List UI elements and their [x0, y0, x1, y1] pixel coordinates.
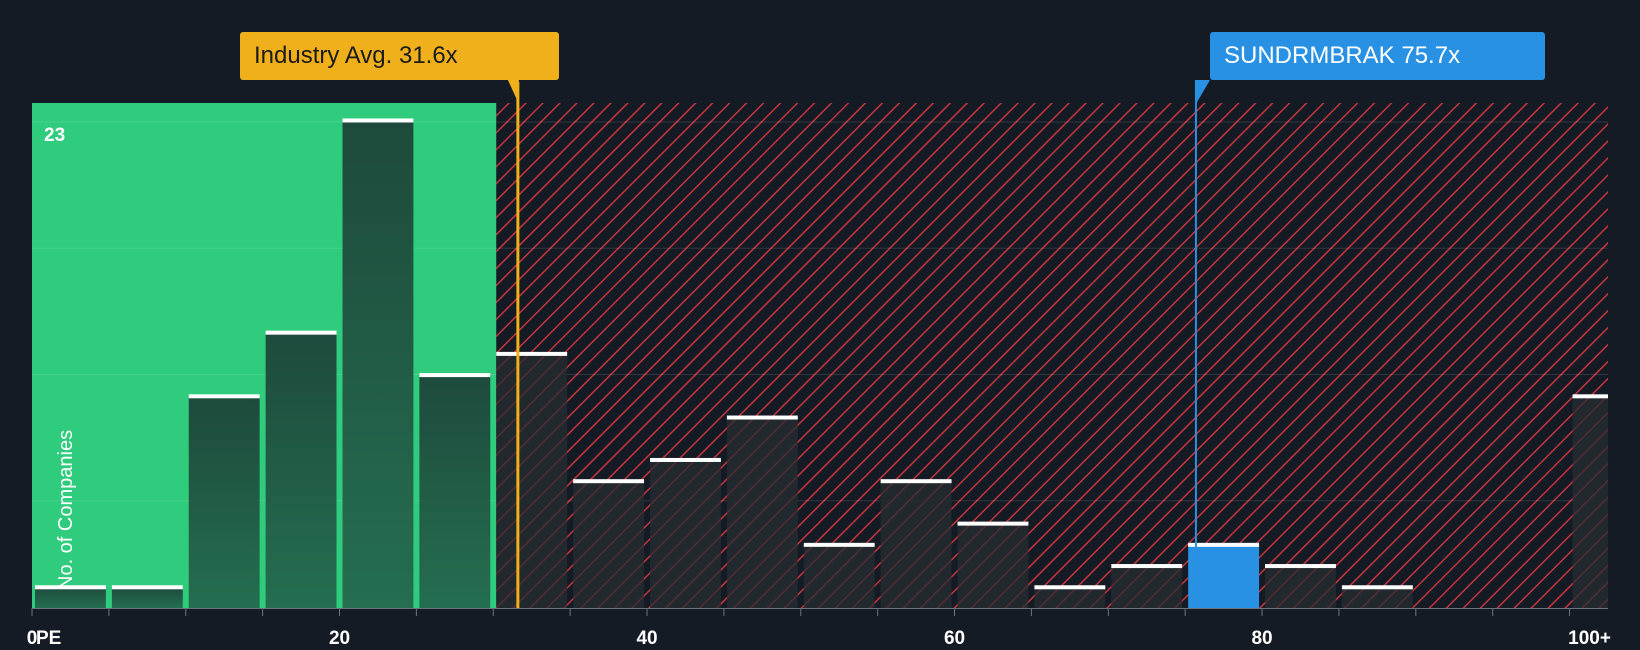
- x-tick-label: 80: [1251, 628, 1272, 649]
- company-callout-pointer: [1195, 80, 1210, 104]
- bar-cap: [419, 373, 491, 378]
- bar: [342, 119, 414, 608]
- pe-histogram-chart: 0 20 40 60 80 100+: [27, 80, 1611, 649]
- bar-cap: [957, 521, 1029, 526]
- bar-cap: [1265, 564, 1336, 569]
- bar-cap: [188, 394, 260, 399]
- bar: [265, 332, 337, 608]
- bar-cap: [1188, 542, 1260, 547]
- bar-cap: [573, 479, 645, 484]
- bar: [419, 374, 491, 608]
- bar: [573, 480, 645, 608]
- bar: [1572, 395, 1608, 608]
- bar: [1034, 586, 1106, 608]
- bar-cap: [880, 479, 952, 484]
- bar-cap: [726, 415, 798, 420]
- y-axis-title: No. of Companies: [55, 429, 77, 590]
- bar: [650, 459, 721, 608]
- x-tick-label: 40: [636, 628, 657, 649]
- bar-cap: [803, 542, 875, 547]
- bar: [496, 353, 568, 608]
- bar: [803, 544, 875, 608]
- industry-average-callout: Industry Avg. 31.6x: [240, 32, 559, 80]
- industry-average-label: Industry Avg. 31.6x: [254, 42, 458, 69]
- bar-cap: [1111, 564, 1183, 569]
- x-axis-ticks: 0 20 40 60 80 100+: [27, 608, 1611, 649]
- company-pe-callout: SUNDRMBRAK 75.7x: [1210, 32, 1545, 80]
- x-tick-label: 20: [329, 628, 350, 649]
- bar: [188, 395, 260, 608]
- bar: [1265, 565, 1336, 608]
- x-tick-label: 100+: [1568, 628, 1611, 649]
- bar-cap: [1034, 585, 1106, 590]
- bar: [957, 523, 1029, 608]
- bar-cap: [1572, 394, 1608, 399]
- bar-cap: [496, 351, 568, 356]
- company-pe-label: SUNDRMBRAK 75.7x: [1224, 42, 1461, 69]
- bar: [111, 586, 183, 608]
- x-tick-label: 60: [944, 628, 965, 649]
- bar: [726, 417, 798, 608]
- y-axis-max-label: 23: [44, 125, 66, 146]
- bar: [880, 480, 952, 608]
- bar-highlighted: [1188, 544, 1260, 608]
- bar-cap: [342, 118, 414, 123]
- bar: [1341, 586, 1413, 608]
- x-axis-title: PE: [36, 628, 62, 649]
- bar-cap: [650, 457, 721, 462]
- bar-cap: [265, 330, 337, 335]
- bar: [1111, 565, 1183, 608]
- bar-cap: [1341, 585, 1413, 590]
- bar-cap: [111, 585, 183, 590]
